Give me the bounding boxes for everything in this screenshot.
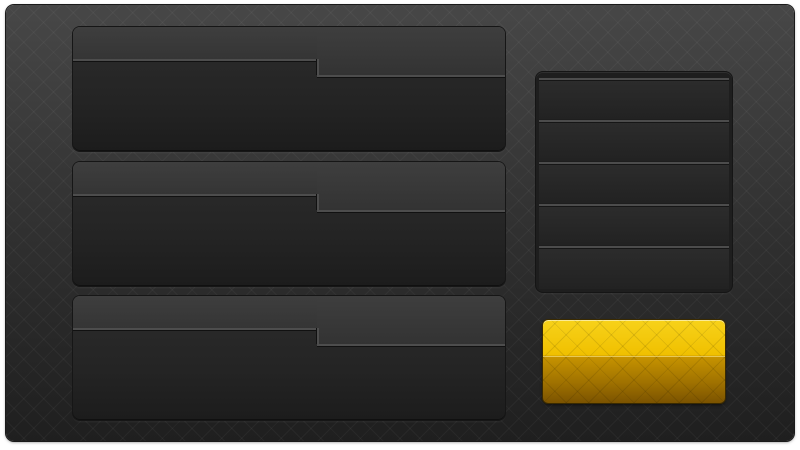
list-item[interactable] bbox=[539, 162, 729, 203]
panel-3-header-right[interactable] bbox=[317, 296, 505, 346]
panel-3-header-divider bbox=[317, 328, 319, 344]
panel-1-header-right[interactable] bbox=[317, 27, 505, 77]
list-item[interactable] bbox=[539, 204, 729, 245]
panel-2-header-right[interactable] bbox=[317, 162, 505, 212]
panel-2-header-divider bbox=[317, 194, 319, 210]
panel-1-header-left[interactable] bbox=[73, 27, 317, 61]
panel-3-header-left[interactable] bbox=[73, 296, 317, 330]
app-window bbox=[6, 5, 794, 441]
panel-3-body bbox=[73, 346, 505, 420]
list-item[interactable] bbox=[539, 78, 729, 119]
panel-1-body bbox=[73, 77, 505, 151]
content-panel-1 bbox=[73, 27, 505, 151]
primary-action-button-label bbox=[543, 320, 725, 403]
panel-2-header-left[interactable] bbox=[73, 162, 317, 196]
side-list-panel bbox=[536, 72, 732, 292]
panel-2-body bbox=[73, 212, 505, 286]
content-panel-3 bbox=[73, 296, 505, 420]
panel-1-header-divider bbox=[317, 59, 319, 75]
content-panel-2 bbox=[73, 162, 505, 286]
primary-action-button[interactable] bbox=[543, 320, 725, 403]
list-item[interactable] bbox=[539, 246, 729, 289]
list-item[interactable] bbox=[539, 120, 729, 161]
